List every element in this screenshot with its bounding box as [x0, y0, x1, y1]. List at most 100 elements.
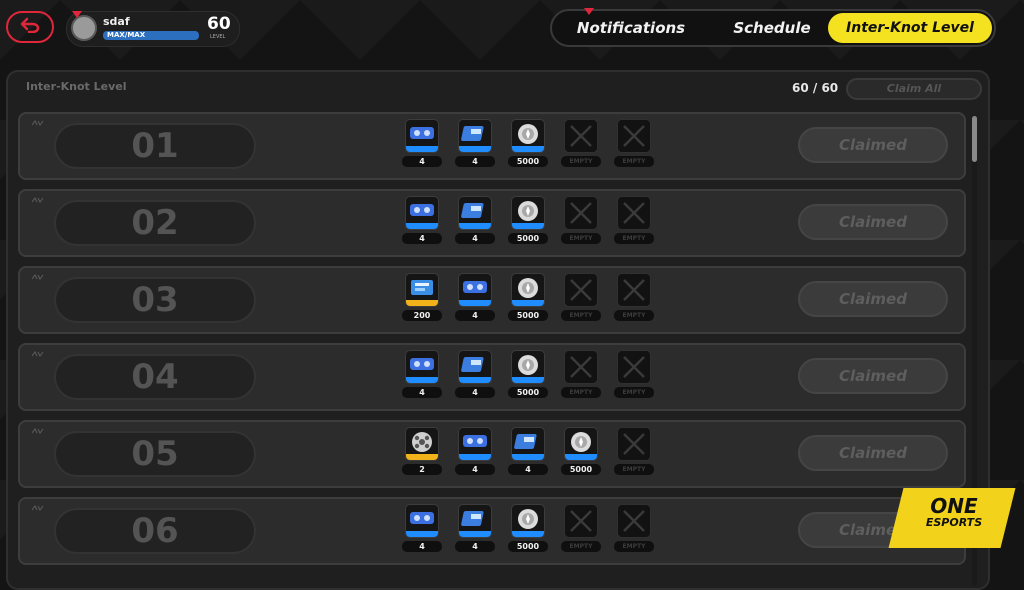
empty-reward-slot: EMPTY — [561, 196, 601, 244]
reward-count: 5000 — [508, 233, 548, 244]
blue-film-icon — [458, 350, 492, 384]
empty-reward-slot: EMPTY — [561, 504, 601, 552]
reward-count: 4 — [402, 233, 442, 244]
reward-item[interactable]: 4 — [402, 350, 442, 398]
empty-slot-icon — [617, 273, 651, 307]
reward-count: EMPTY — [614, 464, 654, 475]
claimed-button[interactable]: Claimed — [798, 204, 948, 240]
reward-item[interactable]: 4 — [455, 119, 495, 167]
silver-coin-icon — [511, 196, 545, 230]
reward-item[interactable]: 5000 — [508, 273, 548, 321]
reward-row: 03 200 4 5000 EMPTY EMPTY Claimed — [18, 266, 966, 334]
level-progress: 60 / 60 — [792, 81, 839, 95]
reward-count: EMPTY — [561, 233, 601, 244]
reward-item[interactable]: 4 — [455, 427, 495, 475]
silver-coin-icon — [511, 350, 545, 384]
reward-item[interactable]: 4 — [508, 427, 548, 475]
silver-coin-icon — [511, 504, 545, 538]
empty-slot-icon — [564, 504, 598, 538]
empty-slot-icon — [564, 350, 598, 384]
empty-slot-icon — [617, 119, 651, 153]
panel-title: Inter-Knot Level — [26, 80, 127, 93]
tab-bar: Notifications Schedule Inter-Knot Level — [550, 8, 996, 47]
back-button[interactable] — [6, 11, 54, 43]
back-arrow-icon — [20, 17, 40, 37]
xp-bar: MAX/MAX — [103, 31, 199, 40]
reward-count: 5000 — [508, 541, 548, 552]
scroll-thumb[interactable] — [972, 116, 977, 162]
blue-film-icon — [511, 427, 545, 461]
silver-coin-icon — [511, 119, 545, 153]
blue-film-icon — [458, 196, 492, 230]
notification-dot-icon — [584, 8, 594, 15]
reward-count: 4 — [455, 233, 495, 244]
reward-item[interactable]: 5000 — [508, 196, 548, 244]
reward-count: EMPTY — [561, 310, 601, 321]
reward-count: EMPTY — [614, 310, 654, 321]
gold-ticket-icon — [405, 273, 439, 307]
player-level: 60 — [207, 14, 231, 34]
blue-card-pack-icon — [405, 350, 439, 384]
tab-inter-knot-level-label: Inter-Knot Level — [846, 20, 974, 36]
empty-reward-slot: EMPTY — [614, 273, 654, 321]
reward-item[interactable]: 5000 — [508, 350, 548, 398]
tab-schedule-label: Schedule — [733, 19, 811, 37]
tab-notifications[interactable]: Notifications — [566, 8, 696, 43]
claimed-button[interactable]: Claimed — [798, 127, 948, 163]
reward-count: 2 — [402, 464, 442, 475]
level-number: 06 — [54, 508, 256, 554]
level-number: 02 — [54, 200, 256, 246]
reward-item[interactable]: 4 — [455, 196, 495, 244]
empty-slot-icon — [564, 119, 598, 153]
reward-item[interactable]: 4 — [455, 350, 495, 398]
empty-reward-slot: EMPTY — [614, 504, 654, 552]
tab-notifications-label: Notifications — [576, 19, 686, 37]
reward-count: EMPTY — [561, 387, 601, 398]
tab-inter-knot-level[interactable]: Inter-Knot Level — [828, 13, 992, 43]
reward-count: 4 — [455, 310, 495, 321]
row-marker-icon — [31, 274, 44, 282]
reward-list[interactable]: 01 4 4 5000 EMPTY EMPTY Claimed 02 4 4 5000 EMPTY EM… — [18, 112, 966, 574]
claimed-button[interactable]: Claimed — [798, 435, 948, 471]
empty-slot-icon — [617, 350, 651, 384]
watermark-text: ONE ESPORTS — [912, 496, 996, 530]
reward-item[interactable]: 200 — [402, 273, 442, 321]
empty-reward-slot: EMPTY — [614, 350, 654, 398]
reward-count: 4 — [402, 541, 442, 552]
level-number: 01 — [54, 123, 256, 169]
claim-all-button[interactable]: Claim All — [846, 78, 982, 100]
reward-item[interactable]: 5000 — [508, 119, 548, 167]
reward-item[interactable]: 4 — [455, 273, 495, 321]
claimed-button[interactable]: Claimed — [798, 358, 948, 394]
reward-item[interactable]: 2 — [402, 427, 442, 475]
reward-item[interactable]: 4 — [402, 119, 442, 167]
tab-schedule[interactable]: Schedule — [720, 13, 824, 43]
reward-item[interactable]: 5000 — [508, 504, 548, 552]
row-marker-icon — [31, 505, 44, 513]
reward-count: 5000 — [561, 464, 601, 475]
empty-reward-slot: EMPTY — [561, 350, 601, 398]
watermark-line2: ESPORTS — [925, 516, 983, 529]
reward-count: 4 — [402, 387, 442, 398]
reward-count: EMPTY — [614, 541, 654, 552]
reward-item[interactable]: 4 — [402, 196, 442, 244]
empty-reward-slot: EMPTY — [561, 119, 601, 167]
empty-slot-icon — [564, 273, 598, 307]
reward-row: 02 4 4 5000 EMPTY EMPTY Claimed — [18, 189, 966, 257]
empty-reward-slot: EMPTY — [614, 427, 654, 475]
reward-count: 4 — [508, 464, 548, 475]
blue-film-icon — [458, 504, 492, 538]
reward-count: 4 — [455, 464, 495, 475]
reward-count: EMPTY — [561, 541, 601, 552]
claimed-button[interactable]: Claimed — [798, 281, 948, 317]
reward-count: 4 — [402, 156, 442, 167]
reward-item[interactable]: 5000 — [561, 427, 601, 475]
reward-count: 5000 — [508, 387, 548, 398]
reward-item[interactable]: 4 — [455, 504, 495, 552]
reward-item[interactable]: 4 — [402, 504, 442, 552]
player-profile[interactable]: sdaf MAX/MAX 60 LEVEL — [66, 11, 240, 47]
empty-reward-slot: EMPTY — [561, 273, 601, 321]
blue-card-pack-icon — [458, 427, 492, 461]
reward-count: EMPTY — [614, 156, 654, 167]
silver-coin-icon — [511, 273, 545, 307]
